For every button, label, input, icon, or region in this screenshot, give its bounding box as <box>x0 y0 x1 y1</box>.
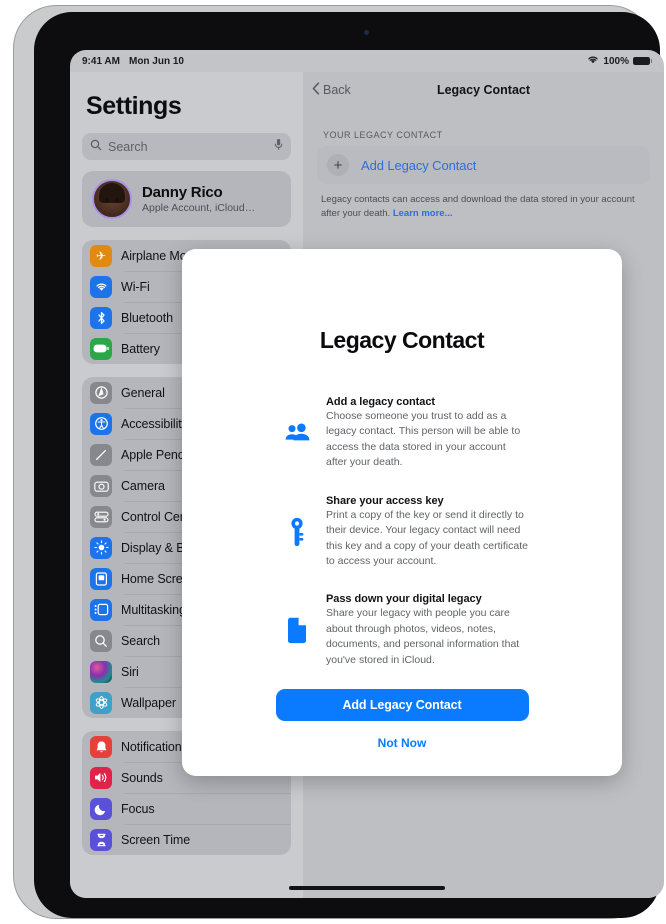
feature-list: Add a legacy contact Choose someone you … <box>204 396 600 668</box>
account-name: Danny Rico <box>142 184 223 201</box>
section-header: YOUR LEGACY CONTACT <box>323 130 443 140</box>
device-screen: 9:41 AM Mon Jun 10 100% Settings Search … <box>70 50 664 898</box>
hourglass-icon <box>90 828 112 851</box>
search-icon <box>90 138 102 156</box>
plus-icon: + <box>327 154 349 176</box>
add-legacy-contact-button[interactable]: Add Legacy Contact <box>275 689 529 721</box>
legacy-contact-modal: Legacy Contact Add a legacy contact Choo… <box>182 249 622 776</box>
battery-full-icon <box>633 57 653 65</box>
moon-icon <box>90 797 112 820</box>
status-time: 9:41 AM <box>82 55 120 67</box>
key-icon <box>284 495 310 570</box>
feature-add-legacy-contact: Add a legacy contact Choose someone you … <box>204 396 600 471</box>
account-subtitle: Apple Account, iCloud… <box>142 202 256 214</box>
sliders-icon <box>90 505 112 528</box>
camera-icon <box>90 474 112 497</box>
sidebar-item-label: Apple Pencil <box>121 447 190 462</box>
two-people-icon <box>284 396 310 471</box>
not-now-button[interactable]: Not Now <box>378 736 427 750</box>
sidebar-item-label: Accessibility <box>121 416 188 431</box>
accessibility-icon <box>90 412 112 435</box>
add-legacy-contact-row[interactable]: + Add Legacy Contact <box>317 146 650 184</box>
feature-body: Choose someone you trust to add as a leg… <box>326 410 521 469</box>
microphone-icon[interactable] <box>274 138 283 156</box>
ipad-device-frame: 9:41 AM Mon Jun 10 100% Settings Search … <box>14 6 664 918</box>
feature-share-access-key: Share your access key Print a copy of th… <box>204 495 600 570</box>
speaker-icon <box>90 766 112 789</box>
gear-icon <box>90 381 112 404</box>
feature-heading: Pass down your digital legacy <box>326 593 482 606</box>
device-bezel: 9:41 AM Mon Jun 10 100% Settings Search … <box>34 12 664 918</box>
feature-pass-down-digital-legacy: Pass down your digital legacy Share your… <box>204 593 600 668</box>
sidebar-item-label: Battery <box>121 341 160 356</box>
detail-title: Legacy Contact <box>436 83 531 97</box>
home-screen-icon <box>90 567 112 590</box>
detail-navigation-bar: Back Legacy Contact <box>303 72 664 108</box>
back-button[interactable]: Back <box>312 82 351 98</box>
feature-heading: Add a legacy contact <box>326 396 436 408</box>
sidebar-item-label: General <box>121 385 165 400</box>
sidebar-item-label: Sounds <box>121 770 163 785</box>
battery-icon <box>90 337 112 360</box>
feature-body: Print a copy of the key or send it direc… <box>326 508 528 567</box>
avatar <box>92 179 132 219</box>
modal-title: Legacy Contact <box>319 327 485 353</box>
sidebar-item-label: Bluetooth <box>121 310 173 325</box>
sidebar-item-screen-time[interactable]: Screen Time <box>82 824 291 855</box>
search-icon <box>90 629 112 652</box>
pencil-icon <box>90 443 112 466</box>
sidebar-item-label: Search <box>121 633 161 648</box>
back-label: Back <box>323 83 351 97</box>
wifi-icon <box>90 275 112 298</box>
sidebar-item-label: Siri <box>121 664 139 679</box>
account-row[interactable]: Danny Rico Apple Account, iCloud… <box>82 171 291 227</box>
sidebar-item-label: Screen Time <box>121 832 191 847</box>
brightness-icon <box>90 536 112 559</box>
feature-heading: Share your access key <box>326 494 444 507</box>
siri-icon <box>90 660 112 683</box>
sidebar-item-label: Wi-Fi <box>121 279 150 294</box>
learn-more-link[interactable]: Learn more... <box>393 208 453 219</box>
feature-body: Share your legacy with people you care a… <box>326 607 520 666</box>
page-title: Settings <box>86 92 182 120</box>
modal-actions: Add Legacy Contact Not Now <box>204 689 600 750</box>
add-legacy-contact-label: Add Legacy Contact <box>361 157 477 173</box>
sidebar-item-label: Focus <box>121 801 155 816</box>
legacy-contact-footnote: Legacy contacts can access and download … <box>321 193 646 221</box>
multitasking-icon <box>90 598 112 621</box>
document-icon <box>284 593 310 668</box>
bluetooth-icon <box>90 306 112 329</box>
sidebar-item-label: Wallpaper <box>121 695 176 710</box>
sidebar-item-focus[interactable]: Focus <box>82 793 291 824</box>
search-placeholder: Search <box>108 139 148 154</box>
status-bar: 9:41 AM Mon Jun 10 100% <box>70 50 664 72</box>
front-camera-icon <box>364 30 369 35</box>
bell-icon <box>90 735 112 758</box>
battery-percent-label: 100% <box>603 55 629 67</box>
wifi-icon <box>587 55 599 67</box>
sidebar-item-label: Notifications <box>121 739 188 754</box>
chevron-left-icon <box>312 82 320 98</box>
wallpaper-icon <box>90 691 112 714</box>
footnote-text: Legacy contacts can access and download … <box>321 194 635 219</box>
sidebar-item-label: Camera <box>121 478 165 493</box>
search-input[interactable]: Search <box>82 133 291 160</box>
home-indicator[interactable] <box>289 886 445 890</box>
airplane-icon: ✈ <box>90 244 112 267</box>
status-date: Mon Jun 10 <box>128 55 184 67</box>
